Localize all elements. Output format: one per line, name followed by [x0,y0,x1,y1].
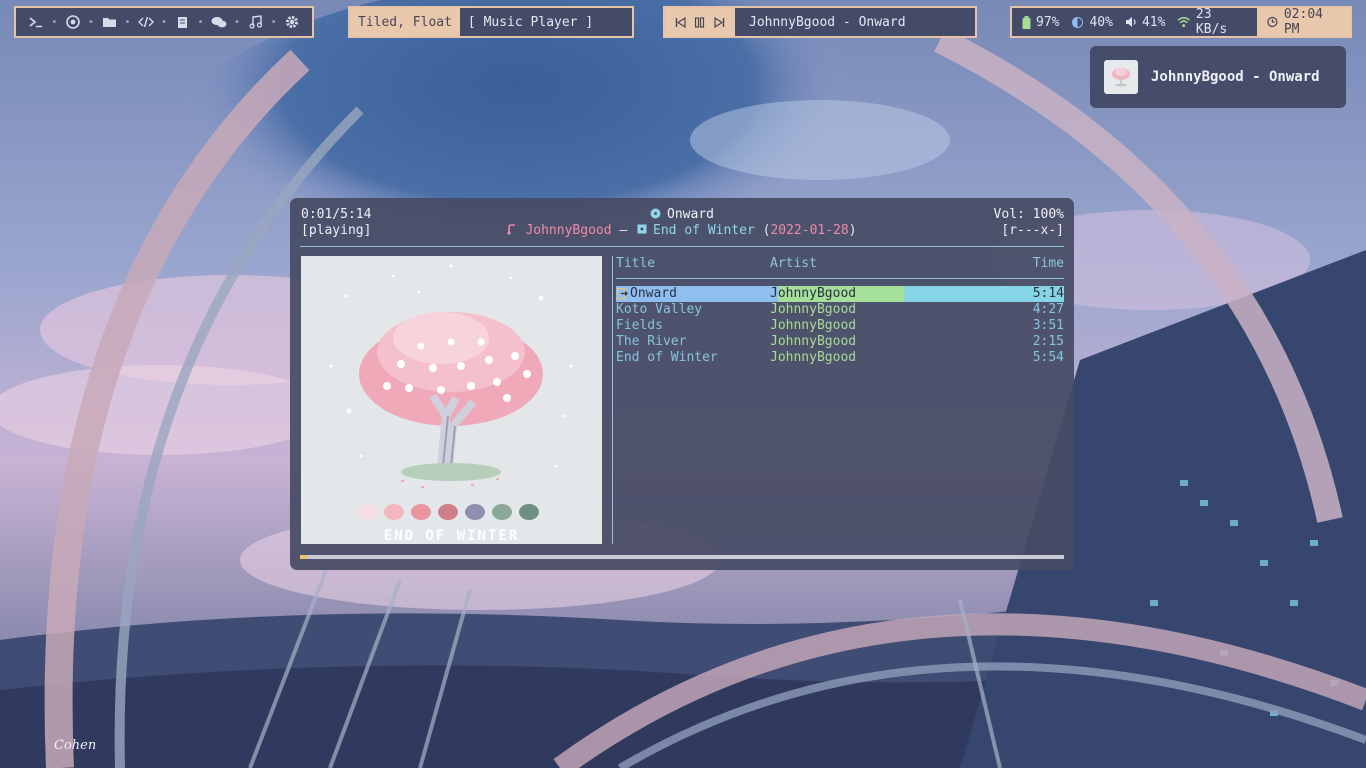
now-playing-notification[interactable]: JohnnyBgood - Onward [1090,46,1346,108]
meta-separator: – [619,223,628,238]
header-divider [300,246,1064,247]
row-title: Onward [630,286,677,301]
player-header: 0:01/5:14 [playing] Onward JohnnyBgood –… [290,198,1074,246]
song-date: 2022-01-28 [770,223,849,238]
battery-icon [1022,15,1031,29]
song-title-line: Onward [290,207,1074,222]
now-playing-text: JohnnyBgood - Onward [749,14,906,30]
playlist-row[interactable]: Fields JohnnyBgood 3:51 [616,318,1064,334]
artist-icon [507,224,516,235]
row-title: End of Winter [616,350,718,365]
column-title[interactable]: Title [616,256,655,271]
system-status: 97% 40% 41% 23 KB/s 02:04 PM [1010,6,1352,38]
clock-icon [1267,16,1278,28]
chrome-icon[interactable] [64,13,82,31]
notification-text: JohnnyBgood - Onward [1151,69,1320,85]
terminal-icon[interactable] [27,13,45,31]
row-artist: JohnnyBgood [770,302,857,317]
song-title: Onward [667,207,714,222]
album-art: END OF WINTER [301,256,602,544]
previous-icon[interactable] [674,15,688,29]
app-launcher: • • • • • • • [14,6,314,38]
brightness-status[interactable]: 40% [1071,14,1113,30]
next-icon[interactable] [712,15,726,29]
album-icon [637,224,647,234]
network-status[interactable]: 23 KB/s [1177,7,1245,37]
playlist-header: Title Artist Time [616,256,1064,272]
playlist-row[interactable]: End of Winter JohnnyBgood 5:54 [616,350,1064,366]
separator-dot: • [270,16,277,28]
volume-status[interactable]: 41% [1125,15,1165,30]
playlist-header-divider [616,278,1064,279]
code-icon[interactable] [137,13,155,31]
playlist: Title Artist Time Onward JohnnyBgood 5:1… [616,256,1064,365]
column-artist[interactable]: Artist [770,256,817,271]
progress-fill [300,555,307,559]
row-artist: JohnnyBgood [770,286,857,301]
folder-icon[interactable] [100,13,118,31]
row-title: Fields [616,318,663,333]
separator-dot: • [197,16,204,28]
brightness-icon [1072,16,1084,28]
row-title: The River [616,334,687,349]
layout-indicator: Tiled, Float [ Music Player ] [348,6,634,38]
separator-dot: • [87,16,94,28]
row-title: Koto Valley [616,302,703,317]
row-artist: JohnnyBgood [770,350,857,365]
battery-value: 97% [1036,14,1060,30]
volume-value: 41% [1141,14,1166,30]
row-time: 4:27 [1032,302,1064,317]
notification-album-art [1104,60,1138,94]
layout-mode[interactable]: Tiled, Float [350,8,460,36]
row-time: 2:15 [1032,334,1064,349]
wallpaper-signature: Cohen [54,738,97,753]
speaker-icon [1125,17,1136,27]
music-icon[interactable] [246,13,264,31]
chat-icon[interactable] [210,13,228,31]
song-artist: JohnnyBgood [525,223,612,238]
song-album: End of Winter [653,223,755,238]
pane-divider [612,256,613,544]
media-controls [665,8,735,36]
separator-dot: • [124,16,131,28]
column-time[interactable]: Time [1033,256,1064,271]
clock[interactable]: 02:04 PM [1257,7,1350,37]
music-player-window[interactable]: 0:01/5:14 [playing] Onward JohnnyBgood –… [290,198,1074,570]
row-time: 5:14 [1032,286,1064,301]
row-time: 3:51 [1032,318,1064,333]
playlist-row-current[interactable]: Onward JohnnyBgood 5:14 [616,286,1064,302]
song-meta-line: JohnnyBgood – End of Winter (2022-01-28) [290,223,1074,238]
now-playing-icon [617,288,628,299]
separator-dot: • [234,16,241,28]
separator-dot: • [160,16,167,28]
brightness-value: 40% [1089,14,1113,30]
progress-bar[interactable] [300,555,1064,559]
separator-dot: • [51,16,58,28]
media-widget: JohnnyBgood - Onward [663,6,977,38]
focused-window-title: [ Music Player ] [467,14,594,30]
player-volume[interactable]: Vol: 100% [994,207,1064,222]
player-flags: [r---x-] [1001,223,1064,238]
battery-status[interactable]: 97% [1022,15,1059,30]
clock-time: 02:04 PM [1283,7,1323,37]
network-speed: 23 KB/s [1195,7,1228,37]
playlist-row[interactable]: The River JohnnyBgood 2:15 [616,334,1064,350]
wifi-icon [1177,17,1191,28]
playlist-rows: Onward JohnnyBgood 5:14 Koto Valley John… [616,286,1064,366]
row-artist: JohnnyBgood [770,318,857,333]
settings-icon[interactable] [283,13,301,31]
notes-icon[interactable] [173,13,191,31]
album-art-caption: END OF WINTER [383,528,520,544]
playlist-row[interactable]: Koto Valley JohnnyBgood 4:27 [616,302,1064,318]
row-time: 5:54 [1032,350,1064,365]
row-artist: JohnnyBgood [770,334,857,349]
disc-icon [650,208,661,219]
pause-icon[interactable] [693,15,707,29]
